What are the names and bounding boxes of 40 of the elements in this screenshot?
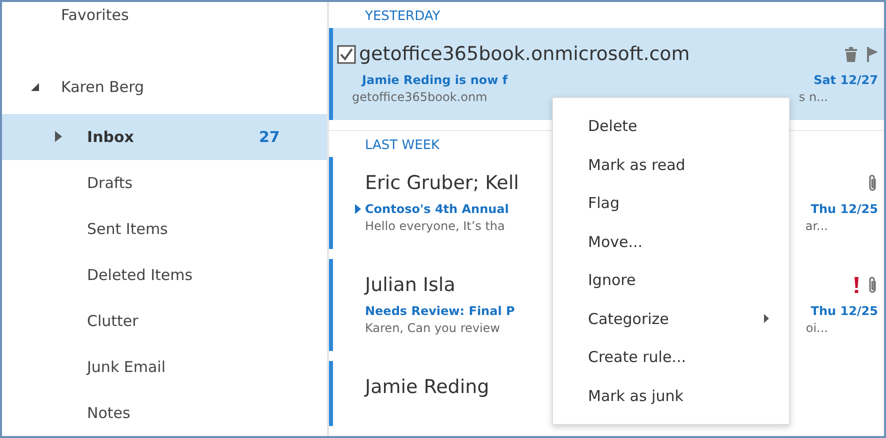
flag-icon[interactable] bbox=[866, 46, 878, 62]
menu-item[interactable]: Mark as junk bbox=[553, 376, 789, 415]
message-preview: Hello everyone, It’s tha bbox=[365, 218, 505, 234]
menu-item[interactable]: Categorize bbox=[553, 300, 789, 338]
unread-count: 27 bbox=[259, 128, 281, 146]
paperclip-icon bbox=[868, 174, 878, 192]
paperclip-icon bbox=[868, 276, 878, 294]
sender-name: Julian Isla bbox=[365, 274, 456, 296]
expand-icon bbox=[55, 131, 62, 142]
group-heading: YESTERDAY bbox=[364, 8, 442, 26]
message-preview: ar... bbox=[805, 218, 828, 234]
message-subject: Jamie Reding is now f bbox=[362, 73, 508, 88]
account-item[interactable]: Karen Berg bbox=[2, 60, 327, 114]
checkbox[interactable] bbox=[337, 44, 356, 64]
sender-name: Jamie Reding bbox=[365, 376, 490, 398]
folder-item[interactable]: Deleted Items bbox=[2, 252, 327, 298]
folder-item[interactable]: Notes bbox=[2, 390, 327, 436]
message-preview: Karen, Can you review bbox=[365, 320, 500, 336]
menu-item[interactable]: Flag bbox=[553, 184, 789, 222]
message-date: Sat 12/27 bbox=[814, 73, 878, 88]
message-preview: getoffice365book.onm bbox=[352, 90, 488, 106]
section-heading: Favorites bbox=[60, 5, 130, 26]
message-subject: Needs Review: Final P bbox=[365, 304, 515, 318]
message-subject: Contoso's 4th Annual bbox=[365, 202, 509, 216]
sender-name: getoffice365book.onmicrosoft.com bbox=[359, 43, 690, 66]
message-preview: oi... bbox=[806, 320, 828, 336]
exclamation-icon bbox=[854, 276, 859, 292]
message-preview: s n... bbox=[798, 90, 828, 106]
folder-item[interactable]: Inbox 27 bbox=[2, 114, 327, 160]
folder-item[interactable]: Junk Email bbox=[2, 344, 327, 390]
folder-item[interactable]: Sent Items bbox=[2, 206, 327, 252]
submenu-arrow-icon bbox=[764, 314, 769, 324]
sender-name: Eric Gruber; Kell bbox=[365, 172, 519, 194]
trash-icon[interactable] bbox=[845, 46, 857, 62]
folder-item[interactable]: Drafts bbox=[2, 160, 327, 206]
expand-icon[interactable] bbox=[355, 204, 361, 214]
message-date: Thu 12/25 bbox=[810, 202, 878, 216]
message-date: Thu 12/25 bbox=[810, 304, 878, 318]
menu-item[interactable]: Ignore bbox=[553, 261, 789, 300]
folder-item[interactable]: Clutter bbox=[2, 298, 327, 344]
